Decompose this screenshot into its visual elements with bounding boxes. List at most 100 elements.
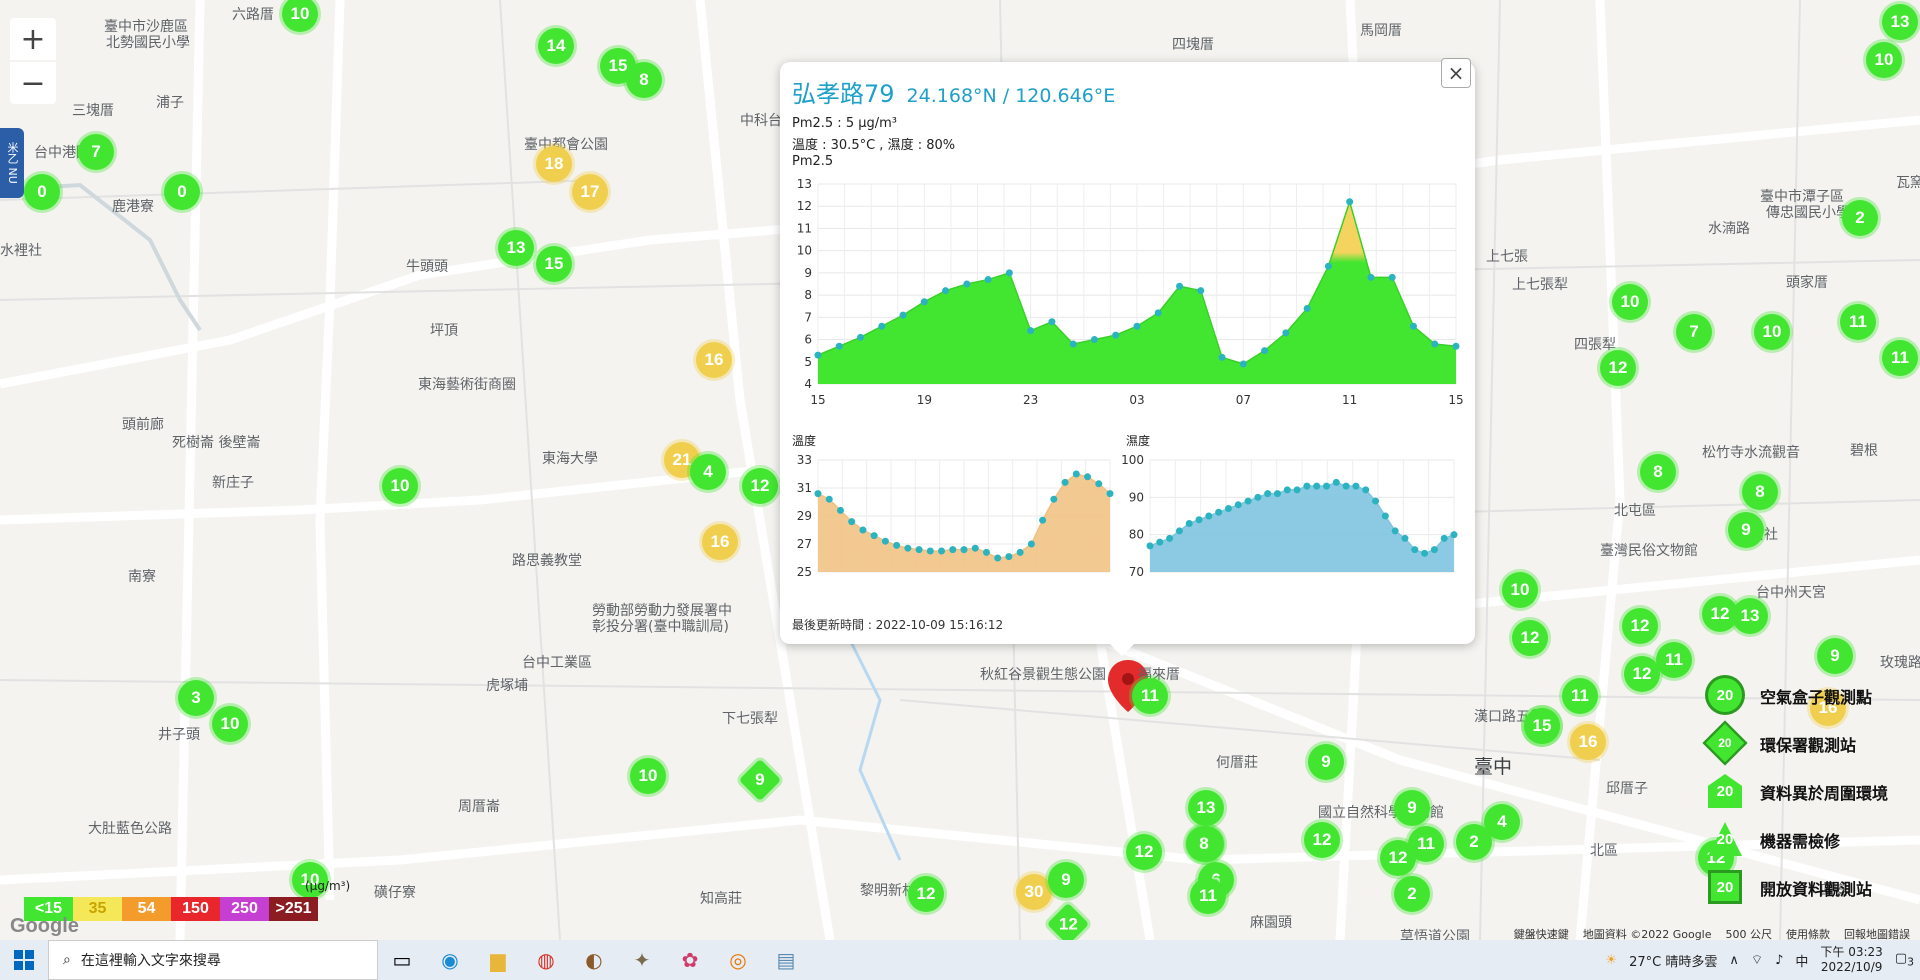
station-marker[interactable]: 13 xyxy=(1882,4,1918,40)
station-marker[interactable]: 12 xyxy=(1512,620,1548,656)
app-icon-3[interactable]: ✿ xyxy=(666,940,714,980)
close-icon[interactable]: × xyxy=(1441,58,1471,88)
app-icon-4[interactable]: ▤ xyxy=(762,940,810,980)
station-marker[interactable]: 10 xyxy=(212,706,248,742)
side-panel-tab[interactable]: 米乙 NU xyxy=(0,128,24,198)
station-marker[interactable]: 16 xyxy=(696,342,732,378)
chevron-up-icon[interactable]: ∧ xyxy=(1729,953,1739,968)
station-marker[interactable]: 16 xyxy=(702,524,738,560)
station-marker[interactable]: 9 xyxy=(1394,790,1430,826)
pm25-chart: 4 5 6 7 8 9 10 11 12 13 15 19 23 03 07 11 15 xyxy=(797,177,1464,407)
scale-swatch: 250 xyxy=(220,897,269,921)
report-error-link[interactable]: 回報地圖錯誤 xyxy=(1844,926,1910,940)
data-point xyxy=(1261,347,1269,355)
station-marker[interactable]: 10 xyxy=(1754,314,1790,350)
data-point xyxy=(870,532,878,540)
station-marker[interactable]: 11 xyxy=(1132,678,1168,714)
station-marker[interactable]: 11 xyxy=(1562,678,1598,714)
zoom-out-button[interactable]: − xyxy=(10,62,56,104)
station-marker[interactable]: 7 xyxy=(1676,314,1712,350)
station-marker[interactable]: 16 xyxy=(1570,724,1606,760)
weather-text[interactable]: 27°C 晴時多雲 xyxy=(1629,951,1717,970)
place-label: 臺灣民俗文物館 xyxy=(1600,543,1698,559)
station-marker[interactable]: 2 xyxy=(1394,876,1430,912)
station-marker[interactable]: 4 xyxy=(690,454,726,490)
place-label: 新庄子 xyxy=(212,475,254,491)
station-marker[interactable]: 13 xyxy=(1732,598,1768,634)
notification-icon[interactable]: ▢3 xyxy=(1895,951,1914,969)
last-updated: 最後更新時間 : 2022-10-09 15:16:12 xyxy=(792,618,1004,632)
station-marker[interactable]: 8 xyxy=(1640,454,1676,490)
station-marker[interactable]: 11 xyxy=(1190,878,1226,914)
data-point xyxy=(1381,512,1389,520)
weather-icon[interactable]: ☀ xyxy=(1605,953,1617,968)
station-marker[interactable]: 8 xyxy=(1186,826,1222,862)
station-marker[interactable]: 12 xyxy=(1624,656,1660,692)
station-marker[interactable]: 10 xyxy=(382,468,418,504)
app-icon-2[interactable]: ✦ xyxy=(618,940,666,980)
map-canvas[interactable]: 臺中市沙鹿區 北勢國民小學 六路厝 三塊厝 浦子 台中港國小 鹿港寮 水裡社 中科台 臺中都會公園… xyxy=(0,0,1920,940)
station-marker[interactable]: 0 xyxy=(24,174,60,210)
station-marker[interactable]: 9 xyxy=(1817,638,1853,674)
station-marker[interactable]: 15 xyxy=(536,246,572,282)
taskbar-search-input[interactable]: ⌕ 在這裡輸入文字來搜尋 xyxy=(48,940,378,980)
station-marker[interactable]: 7 xyxy=(78,134,114,170)
station-marker[interactable]: 3 xyxy=(178,680,214,716)
station-marker[interactable]: 30 xyxy=(1016,874,1052,910)
volume-icon[interactable]: ♪ xyxy=(1775,953,1783,968)
station-marker[interactable]: 12 xyxy=(908,876,944,912)
station-marker[interactable]: 10 xyxy=(1866,42,1902,78)
y-tick-label: 8 xyxy=(804,288,812,302)
y-tick-label: 33 xyxy=(797,453,812,467)
station-marker[interactable]: 9 xyxy=(1728,512,1764,548)
data-point xyxy=(1430,546,1438,554)
y-tick-label: 25 xyxy=(797,565,812,579)
data-point xyxy=(942,287,950,295)
keyboard-shortcuts-link[interactable]: 鍵盤快速鍵 xyxy=(1514,926,1569,940)
terms-link[interactable]: 使用條款 xyxy=(1786,926,1830,940)
chrome-icon[interactable]: ◍ xyxy=(522,940,570,980)
place-label: 北區 xyxy=(1590,843,1618,859)
app-icon-1[interactable]: ◐ xyxy=(570,940,618,980)
station-marker[interactable]: 11 xyxy=(1840,304,1876,340)
station-marker[interactable]: 12 xyxy=(1380,840,1416,876)
station-marker[interactable]: 11 xyxy=(1656,642,1692,678)
station-marker[interactable]: 12 xyxy=(1600,350,1636,386)
data-point xyxy=(1342,482,1350,490)
zoom-in-button[interactable]: + xyxy=(10,18,56,60)
station-marker[interactable]: 13 xyxy=(498,230,534,266)
task-view-icon[interactable]: ▭ xyxy=(378,940,426,980)
station-marker[interactable]: 15 xyxy=(1524,708,1560,744)
windows-start-icon[interactable] xyxy=(0,940,48,980)
network-icon[interactable]: ⌔ xyxy=(1751,952,1763,968)
station-marker[interactable]: 12 xyxy=(742,468,778,504)
station-marker[interactable]: 12 xyxy=(1126,834,1162,870)
station-marker[interactable]: 8 xyxy=(1742,474,1778,510)
edge-browser-icon[interactable]: ◉ xyxy=(426,940,474,980)
station-marker[interactable]: 10 xyxy=(630,758,666,794)
place-label: 馬岡厝 xyxy=(1360,23,1402,39)
station-marker[interactable]: 9 xyxy=(1308,744,1344,780)
station-marker[interactable]: 10 xyxy=(1502,572,1538,608)
place-label: 邱厝子 xyxy=(1606,781,1648,797)
clock[interactable]: 下午 03:23 2022/10/9 xyxy=(1820,945,1882,975)
station-marker[interactable]: 17 xyxy=(572,174,608,210)
station-marker[interactable]: 0 xyxy=(164,174,200,210)
station-marker[interactable]: 8 xyxy=(626,62,662,98)
data-point xyxy=(1027,327,1035,335)
station-marker[interactable]: 13 xyxy=(1188,790,1224,826)
place-label: 水湳路 xyxy=(1708,221,1750,237)
y-tick-label: 12 xyxy=(797,199,812,213)
station-marker[interactable]: 10 xyxy=(1612,284,1648,320)
ime-indicator[interactable]: 中 xyxy=(1795,951,1808,970)
blender-icon[interactable]: ◎ xyxy=(714,940,762,980)
station-marker[interactable]: 12 xyxy=(1304,822,1340,858)
station-marker[interactable]: 9 xyxy=(1048,862,1084,898)
station-marker[interactable]: 14 xyxy=(538,28,574,64)
station-marker[interactable]: 11 xyxy=(1882,340,1918,376)
station-marker[interactable]: 12 xyxy=(1622,608,1658,644)
station-marker[interactable]: 2 xyxy=(1842,200,1878,236)
station-marker[interactable]: 2 xyxy=(1456,824,1492,860)
station-marker[interactable]: 18 xyxy=(536,146,572,182)
file-explorer-icon[interactable]: ▆ xyxy=(474,940,522,980)
